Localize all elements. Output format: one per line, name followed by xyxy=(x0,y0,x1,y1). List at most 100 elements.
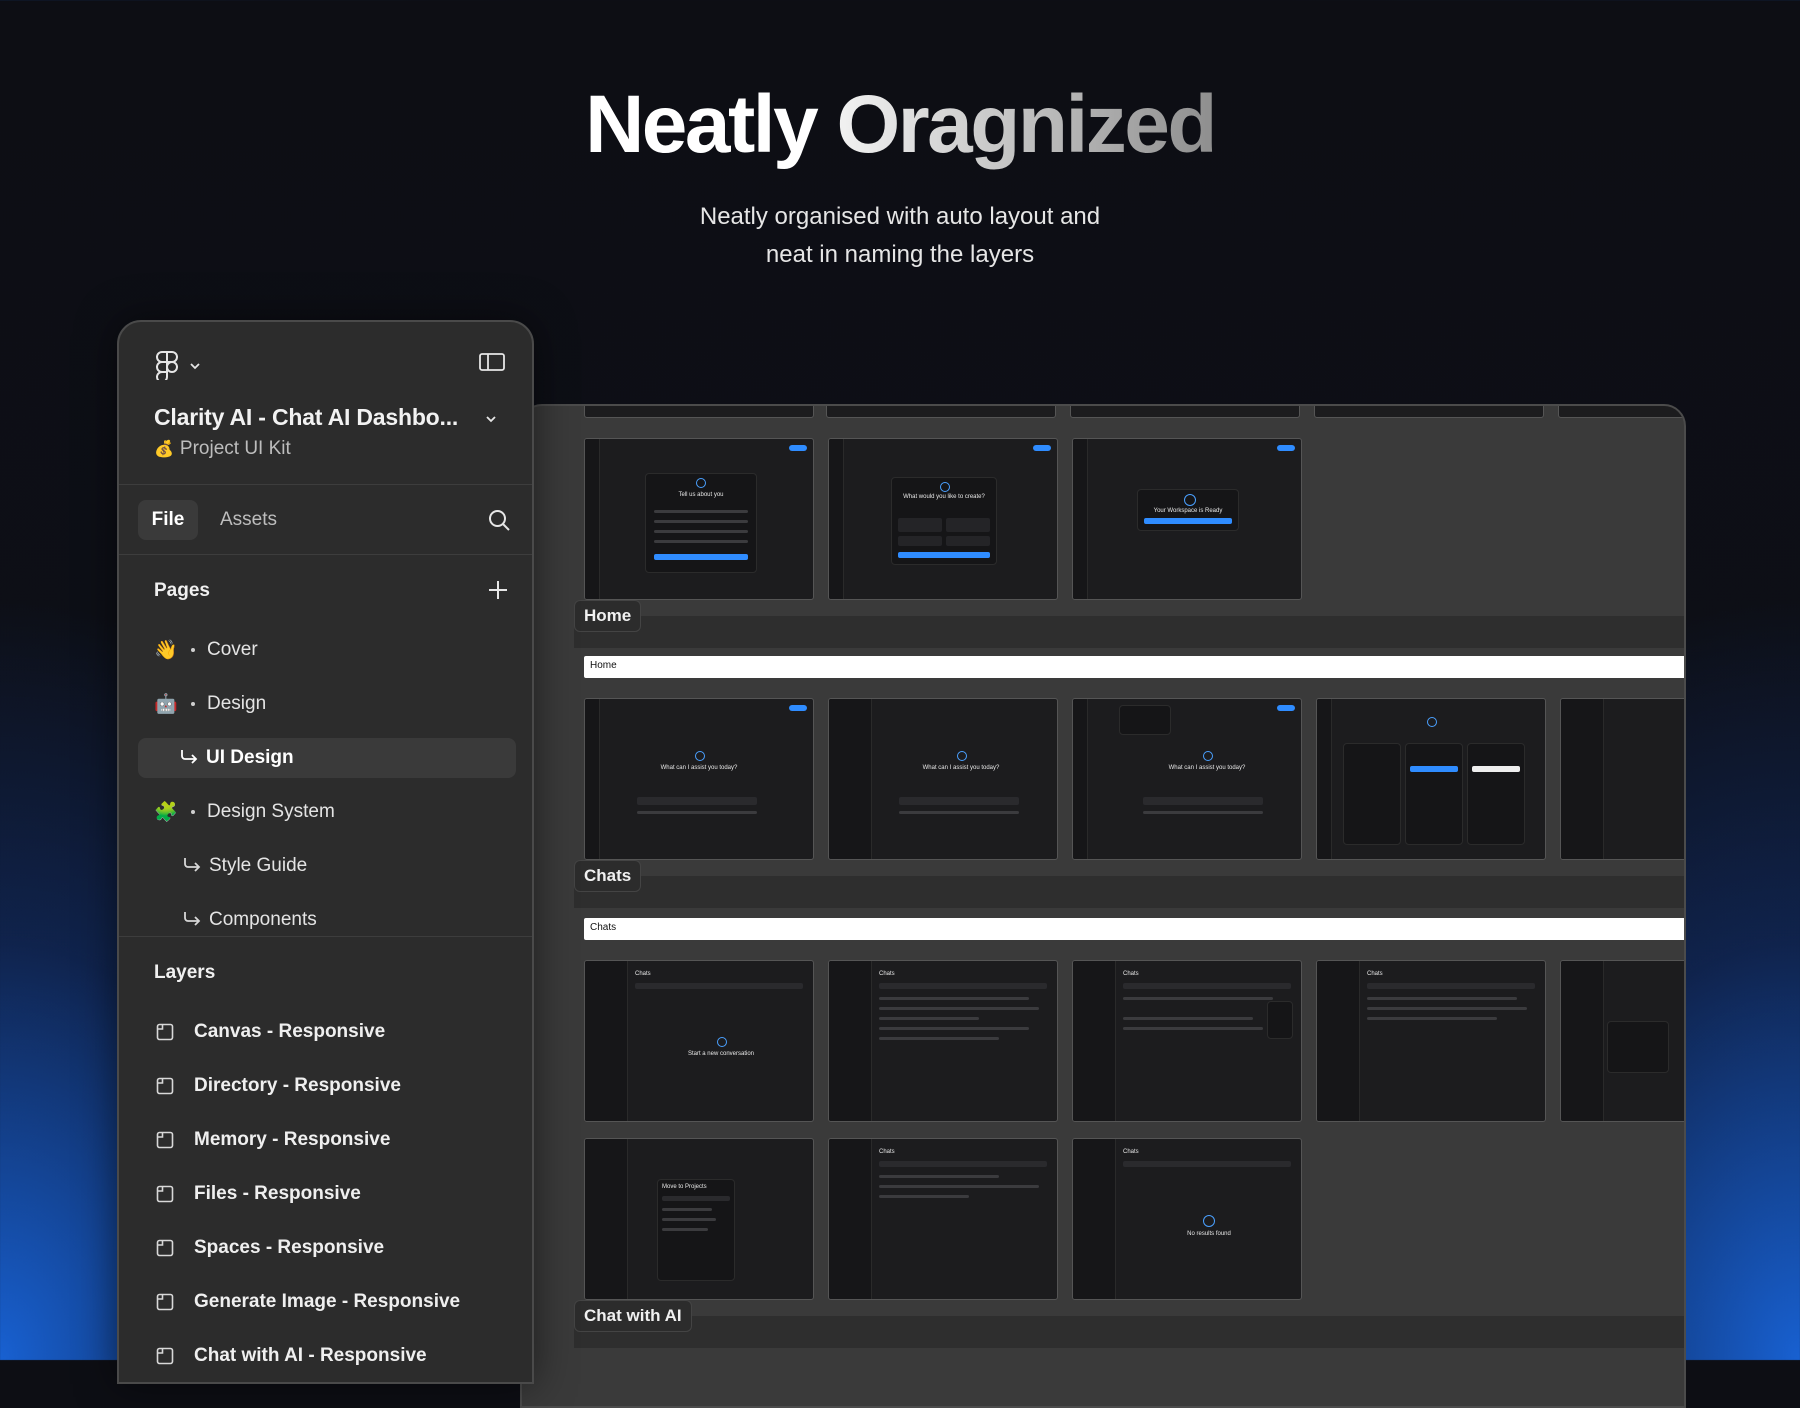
frame-modal-title: Move to Projects xyxy=(662,1184,707,1190)
layer-item[interactable]: Canvas - Responsive xyxy=(119,1012,532,1052)
layer-item-label: Canvas - Responsive xyxy=(194,1021,386,1042)
frame-icon xyxy=(156,1347,174,1370)
page-item-label: Cover xyxy=(207,639,258,660)
layer-item[interactable]: Chat with AI - Responsive xyxy=(119,1336,532,1376)
canvas-frame-chats-4[interactable]: Chats xyxy=(1316,960,1546,1122)
frame-prompt: What can I assist you today? xyxy=(922,765,1000,771)
tab-assets[interactable]: Assets xyxy=(220,500,277,540)
divider xyxy=(119,484,532,485)
canvas-frame-home-pricing[interactable] xyxy=(1316,698,1546,860)
section-bar-home: Home xyxy=(584,656,1684,678)
frame-empty-state: Start a new conversation xyxy=(687,1051,755,1057)
frame-icon xyxy=(156,1023,174,1046)
figma-logo-icon[interactable] xyxy=(155,350,179,385)
canvas-frame[interactable] xyxy=(1558,406,1684,418)
canvas-frame-home-2[interactable]: What can I assist you today? xyxy=(828,698,1058,860)
frame-heading: Your Workspace is Ready xyxy=(1153,508,1223,514)
page-item-components[interactable]: Components xyxy=(119,900,532,940)
page-item-style-guide[interactable]: Style Guide xyxy=(119,846,532,886)
canvas-frame[interactable] xyxy=(1070,406,1300,418)
hero-subtitle-line-1: Neatly organised with auto layout and xyxy=(699,203,1101,230)
canvas-frame-chats-2[interactable]: Chats xyxy=(828,960,1058,1122)
page-item-ui-design[interactable]: UI Design xyxy=(119,738,532,778)
frame-prompt: What can I assist you today? xyxy=(660,765,738,771)
page-item-design-system[interactable]: 🧩 Design System xyxy=(119,792,532,832)
waving-hand-icon: 👋 xyxy=(154,640,178,661)
frame-icon xyxy=(156,1077,174,1100)
subpage-arrow-icon xyxy=(180,749,198,770)
layer-item-label: Generate Image - Responsive xyxy=(194,1291,461,1312)
divider xyxy=(119,554,532,555)
page-item-label: UI Design xyxy=(206,747,294,768)
subpage-arrow-icon xyxy=(183,857,201,878)
layer-item[interactable]: Files - Responsive xyxy=(119,1174,532,1214)
layer-item-label: Files - Responsive xyxy=(194,1183,361,1204)
section-bar-home-label: Home xyxy=(590,660,617,671)
canvas-frame-onboarding-3[interactable]: Your Workspace is Ready xyxy=(1072,438,1302,600)
layer-item-label: Spaces - Responsive xyxy=(194,1237,385,1258)
project-subtitle: 💰 Project UI Kit xyxy=(154,438,291,460)
layers-panel: Clarity AI - Chat AI Dashbo... 💰 Project … xyxy=(117,320,534,1384)
canvas-frame-home-1[interactable]: What can I assist you today? xyxy=(584,698,814,860)
canvas-frame[interactable] xyxy=(826,406,1056,418)
layer-item-label: Directory - Responsive xyxy=(194,1075,401,1096)
robot-icon: 🤖 xyxy=(154,694,178,715)
project-title[interactable]: Clarity AI - Chat AI Dashbo... xyxy=(154,404,458,431)
layer-item[interactable]: Memory - Responsive xyxy=(119,1120,532,1160)
canvas-frame-chats-1[interactable]: Chats Start a new conversation xyxy=(584,960,814,1122)
hero-title-word-1: Neatly xyxy=(585,79,819,170)
money-bag-icon: 💰 xyxy=(154,441,174,458)
canvas-frame-chats-5[interactable] xyxy=(1560,960,1684,1122)
layer-item[interactable]: Generate Image - Responsive xyxy=(119,1282,532,1322)
canvas-frame-chats-8[interactable]: Chats No results found xyxy=(1072,1138,1302,1300)
frame-icon xyxy=(156,1185,174,1208)
bullet-icon xyxy=(191,648,195,652)
pages-heading: Pages xyxy=(154,580,210,601)
section-bar-chats: Chats xyxy=(584,918,1684,940)
bullet-icon xyxy=(191,702,195,706)
frame-no-results: No results found xyxy=(1187,1231,1231,1237)
search-icon[interactable] xyxy=(487,508,511,537)
chevron-down-icon[interactable] xyxy=(485,411,497,429)
page-item-design[interactable]: 🤖 Design xyxy=(119,684,532,724)
subpage-arrow-icon xyxy=(183,911,201,932)
section-label-chat-with-ai[interactable]: Chat with AI xyxy=(574,1300,692,1332)
frame-icon xyxy=(156,1239,174,1262)
section-bar-chats-label: Chats xyxy=(590,922,617,933)
canvas-frame-chats-6[interactable]: Move to Projects xyxy=(584,1138,814,1300)
frame-title: Chats xyxy=(1367,971,1383,977)
canvas-frame-chats-3[interactable]: Chats xyxy=(1072,960,1302,1122)
canvas-frame[interactable] xyxy=(1314,406,1544,418)
tab-file[interactable]: File xyxy=(138,500,198,540)
page-item-cover[interactable]: 👋 Cover xyxy=(119,630,532,670)
layers-heading: Layers xyxy=(154,962,216,983)
section-label-home[interactable]: Home xyxy=(574,600,642,632)
frame-icon xyxy=(156,1131,174,1154)
canvas-frame-onboarding-2[interactable]: What would you like to create? xyxy=(828,438,1058,600)
page-item-label: Style Guide xyxy=(209,855,308,876)
frame-title: Chats xyxy=(1123,1149,1139,1155)
hero-subtitle: Neatly organised with auto layout and ne… xyxy=(0,198,1800,274)
puzzle-piece-icon: 🧩 xyxy=(154,802,178,823)
hero-title: Neatly Oragnized xyxy=(0,78,1800,172)
design-canvas[interactable]: Tell us about you What would you like to… xyxy=(520,404,1686,1408)
canvas-frame-onboarding-1[interactable]: Tell us about you xyxy=(584,438,814,600)
divider xyxy=(119,936,532,937)
frame-title: Chats xyxy=(1123,971,1139,977)
add-page-icon[interactable] xyxy=(487,579,509,606)
canvas-frame-home-3[interactable]: What can I assist you today? xyxy=(1072,698,1302,860)
project-subtitle-text: Project UI Kit xyxy=(179,438,291,459)
section-label-chats[interactable]: Chats xyxy=(574,860,642,892)
sidebar-toggle-icon[interactable] xyxy=(479,352,505,377)
canvas-frame[interactable] xyxy=(584,406,814,418)
layer-item[interactable]: Directory - Responsive xyxy=(119,1066,532,1106)
canvas-frame-chats-7[interactable]: Chats xyxy=(828,1138,1058,1300)
chevron-down-icon[interactable] xyxy=(189,358,201,376)
frame-prompt: What can I assist you today? xyxy=(1168,765,1246,771)
layer-item-label: Memory - Responsive xyxy=(194,1129,391,1150)
canvas-frame-home-5[interactable] xyxy=(1560,698,1684,860)
layer-item[interactable]: Spaces - Responsive xyxy=(119,1228,532,1268)
bullet-icon xyxy=(191,810,195,814)
frame-icon xyxy=(156,1293,174,1316)
frame-title: Chats xyxy=(879,971,895,977)
